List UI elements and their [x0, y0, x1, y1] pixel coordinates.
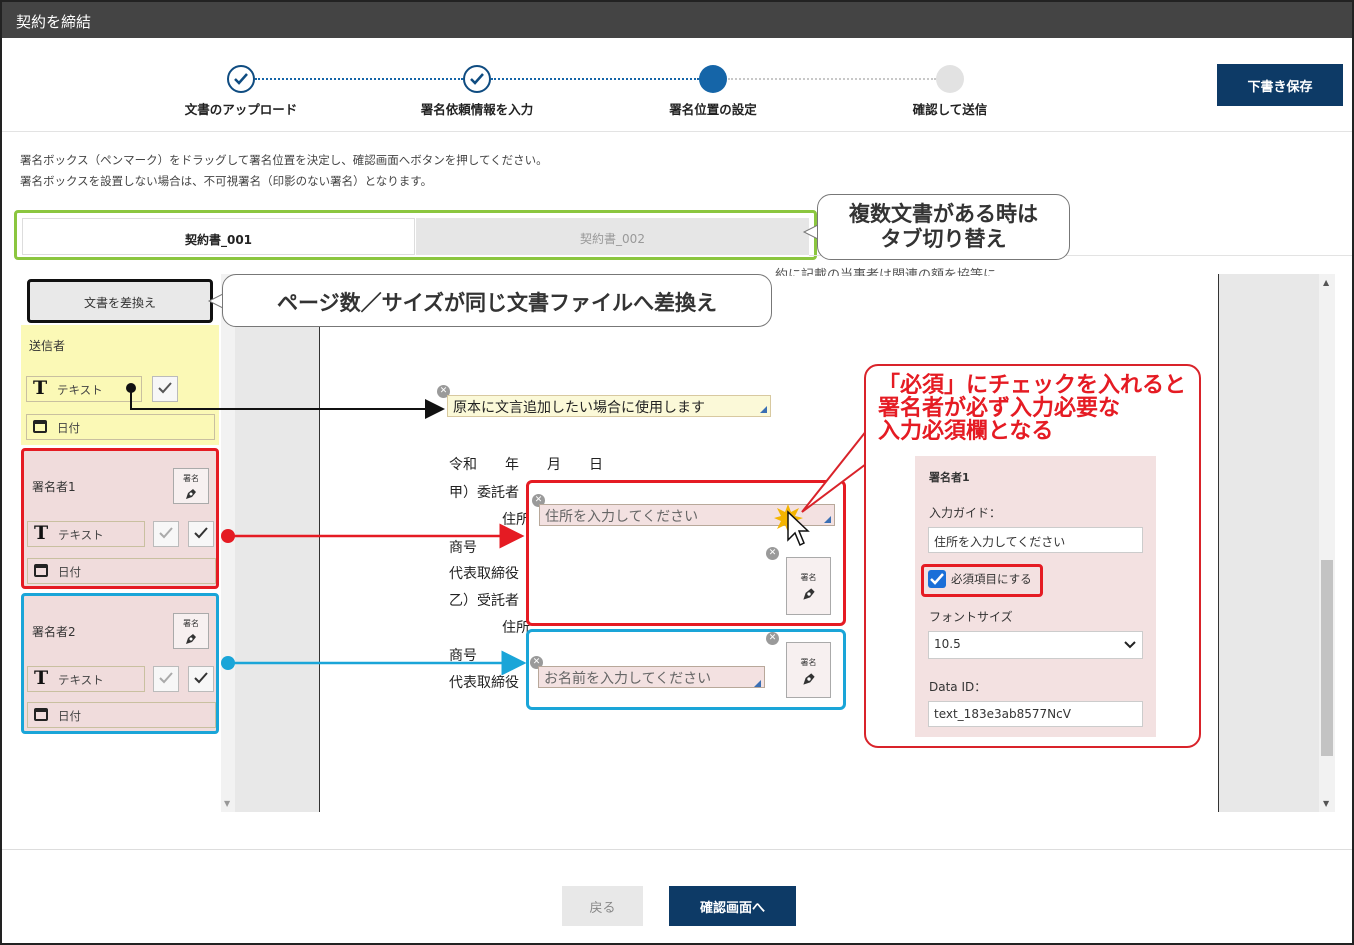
required-callout-text: 「必須」にチェックを入れると 署名者が必ず入力必要な 入力必須欄となる [878, 373, 1187, 444]
required-highlight [921, 564, 1043, 597]
mouse-cursor-icon [787, 510, 810, 547]
input-guide-field[interactable]: 住所を入力してください [928, 527, 1143, 553]
footer-divider [2, 849, 1352, 850]
confirm-button[interactable]: 確認画面へ [669, 886, 796, 926]
font-size-value: 10.5 [934, 637, 961, 651]
data-id-label: Data ID： [929, 680, 987, 694]
font-size-select[interactable]: 10.5 [928, 631, 1143, 659]
data-id-field[interactable]: text_183e3ab8577NcV [928, 701, 1143, 727]
app-window: 契約を締結 文書のアップロード 署名依頼情報を入力 署名位置の設定 確認して送信… [0, 0, 1354, 945]
input-guide-label: 入力ガイド： [929, 506, 1002, 520]
font-size-label: フォントサイズ [929, 610, 1013, 624]
settings-title: 署名者1 [929, 471, 970, 484]
back-button[interactable]: 戻る [562, 886, 643, 926]
chevron-down-icon [1124, 641, 1136, 649]
